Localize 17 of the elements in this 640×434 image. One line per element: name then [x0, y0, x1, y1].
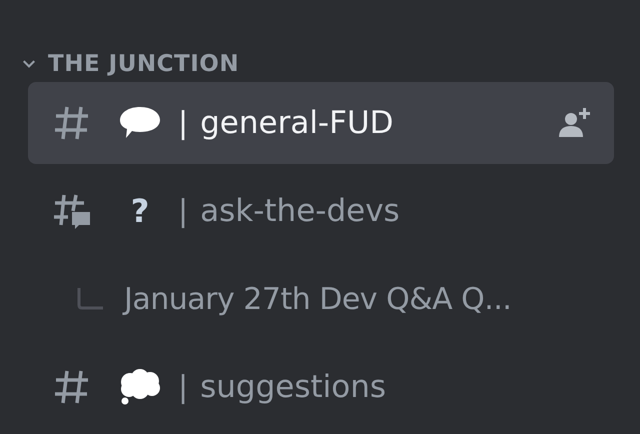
channel-item[interactable]: | suggestions — [28, 346, 614, 428]
thread-spine-icon — [76, 288, 106, 310]
category-name[interactable]: THE JUNCTION — [48, 51, 240, 77]
separator-text: | — [178, 370, 188, 404]
thought-bubble-icon — [118, 368, 162, 406]
thread-item[interactable]: January 27th Dev Q&A Q... — [28, 258, 614, 340]
channel-name: suggestions — [200, 369, 386, 405]
thread-name: January 27th Dev Q&A Q... — [124, 282, 512, 316]
chevron-icon[interactable] — [22, 59, 36, 69]
channel-name: ask-the-devs — [200, 193, 400, 229]
channel-name: general-FUD — [200, 105, 394, 141]
add-person-icon[interactable] — [556, 107, 592, 139]
separator-text: | — [178, 106, 188, 140]
channel-item[interactable]: ? | ask-the-devs — [28, 170, 614, 252]
question-mark: ? — [130, 192, 150, 230]
separator-text: | — [178, 194, 188, 228]
channel-item[interactable]: | general-FUD — [28, 82, 614, 164]
